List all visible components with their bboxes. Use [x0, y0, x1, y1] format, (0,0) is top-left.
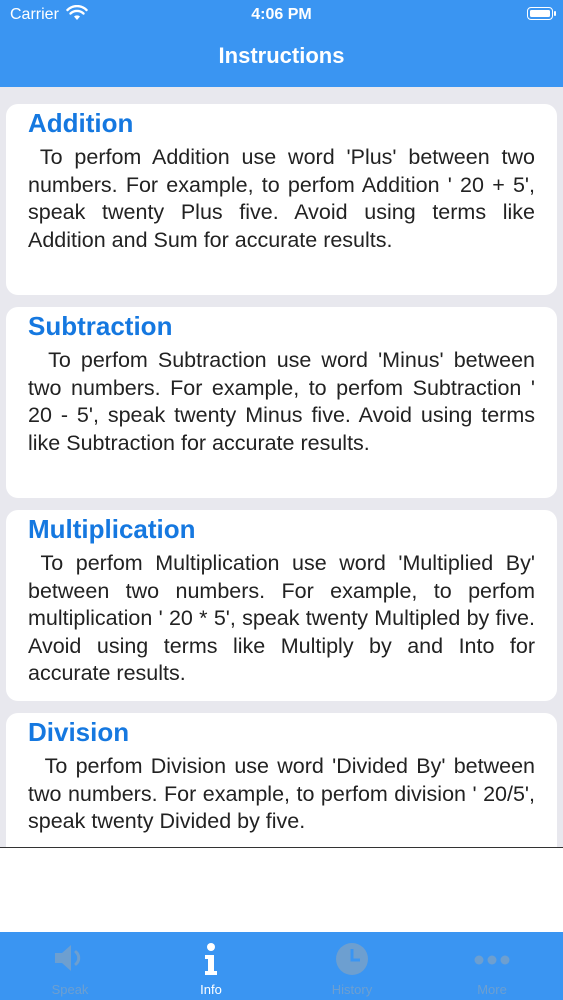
- multiplication-card: Multiplication To perfom Multiplication …: [6, 510, 557, 701]
- card-body: To perfom Addition use word 'Plus' betwe…: [28, 144, 535, 254]
- tab-bar: Speak Info History More: [0, 932, 563, 1000]
- tab-label: Info: [200, 982, 222, 997]
- speaker-icon: [52, 942, 88, 979]
- card-body: To perfom Division use word 'Divided By'…: [28, 753, 535, 836]
- status-bar: Carrier 4:06 PM: [0, 0, 563, 30]
- tab-history[interactable]: History: [282, 932, 422, 1000]
- card-body-text: To perfom Division use word 'Divided By'…: [28, 754, 536, 833]
- more-icon: [474, 952, 510, 970]
- addition-card: Addition To perfom Addition use word 'Pl…: [6, 104, 557, 295]
- tab-label: Speak: [51, 982, 89, 997]
- empty-area: [0, 848, 563, 932]
- clock-label: 4:06 PM: [251, 6, 312, 23]
- tab-label: History: [331, 982, 373, 997]
- card-body-text: To perfom Subtraction use word 'Minus' b…: [28, 348, 535, 455]
- card-body: To perfom Subtraction use word 'Minus' b…: [28, 347, 535, 457]
- card-title: Multiplication: [28, 514, 196, 544]
- instructions-scroll-view[interactable]: Addition To perfom Addition use word 'Pl…: [0, 87, 563, 847]
- subtraction-card: Subtraction To perfom Subtraction use wo…: [6, 307, 557, 498]
- card-body-text: To perfom Addition use word 'Plus' betwe…: [28, 145, 535, 252]
- tab-speak[interactable]: Speak: [0, 932, 140, 1000]
- battery-icon: [527, 7, 556, 20]
- tab-label: More: [477, 982, 507, 997]
- navigation-header: Carrier 4:06 PM Instructions: [0, 0, 563, 87]
- card-title: Division: [28, 717, 130, 747]
- tab-more[interactable]: More: [422, 932, 562, 1000]
- clock-icon: [334, 942, 370, 983]
- tab-info[interactable]: Info: [141, 932, 281, 1000]
- info-icon: [203, 942, 219, 981]
- card-title: Subtraction: [28, 311, 173, 341]
- page-title: Instructions: [218, 43, 345, 68]
- card-title: Addition: [28, 108, 134, 138]
- card-body: To perfom Multiplication use word 'Multi…: [28, 550, 535, 688]
- card-body-text: To perfom Multiplication use word 'Multi…: [28, 551, 535, 685]
- division-card: Division To perfom Division use word 'Di…: [6, 713, 557, 847]
